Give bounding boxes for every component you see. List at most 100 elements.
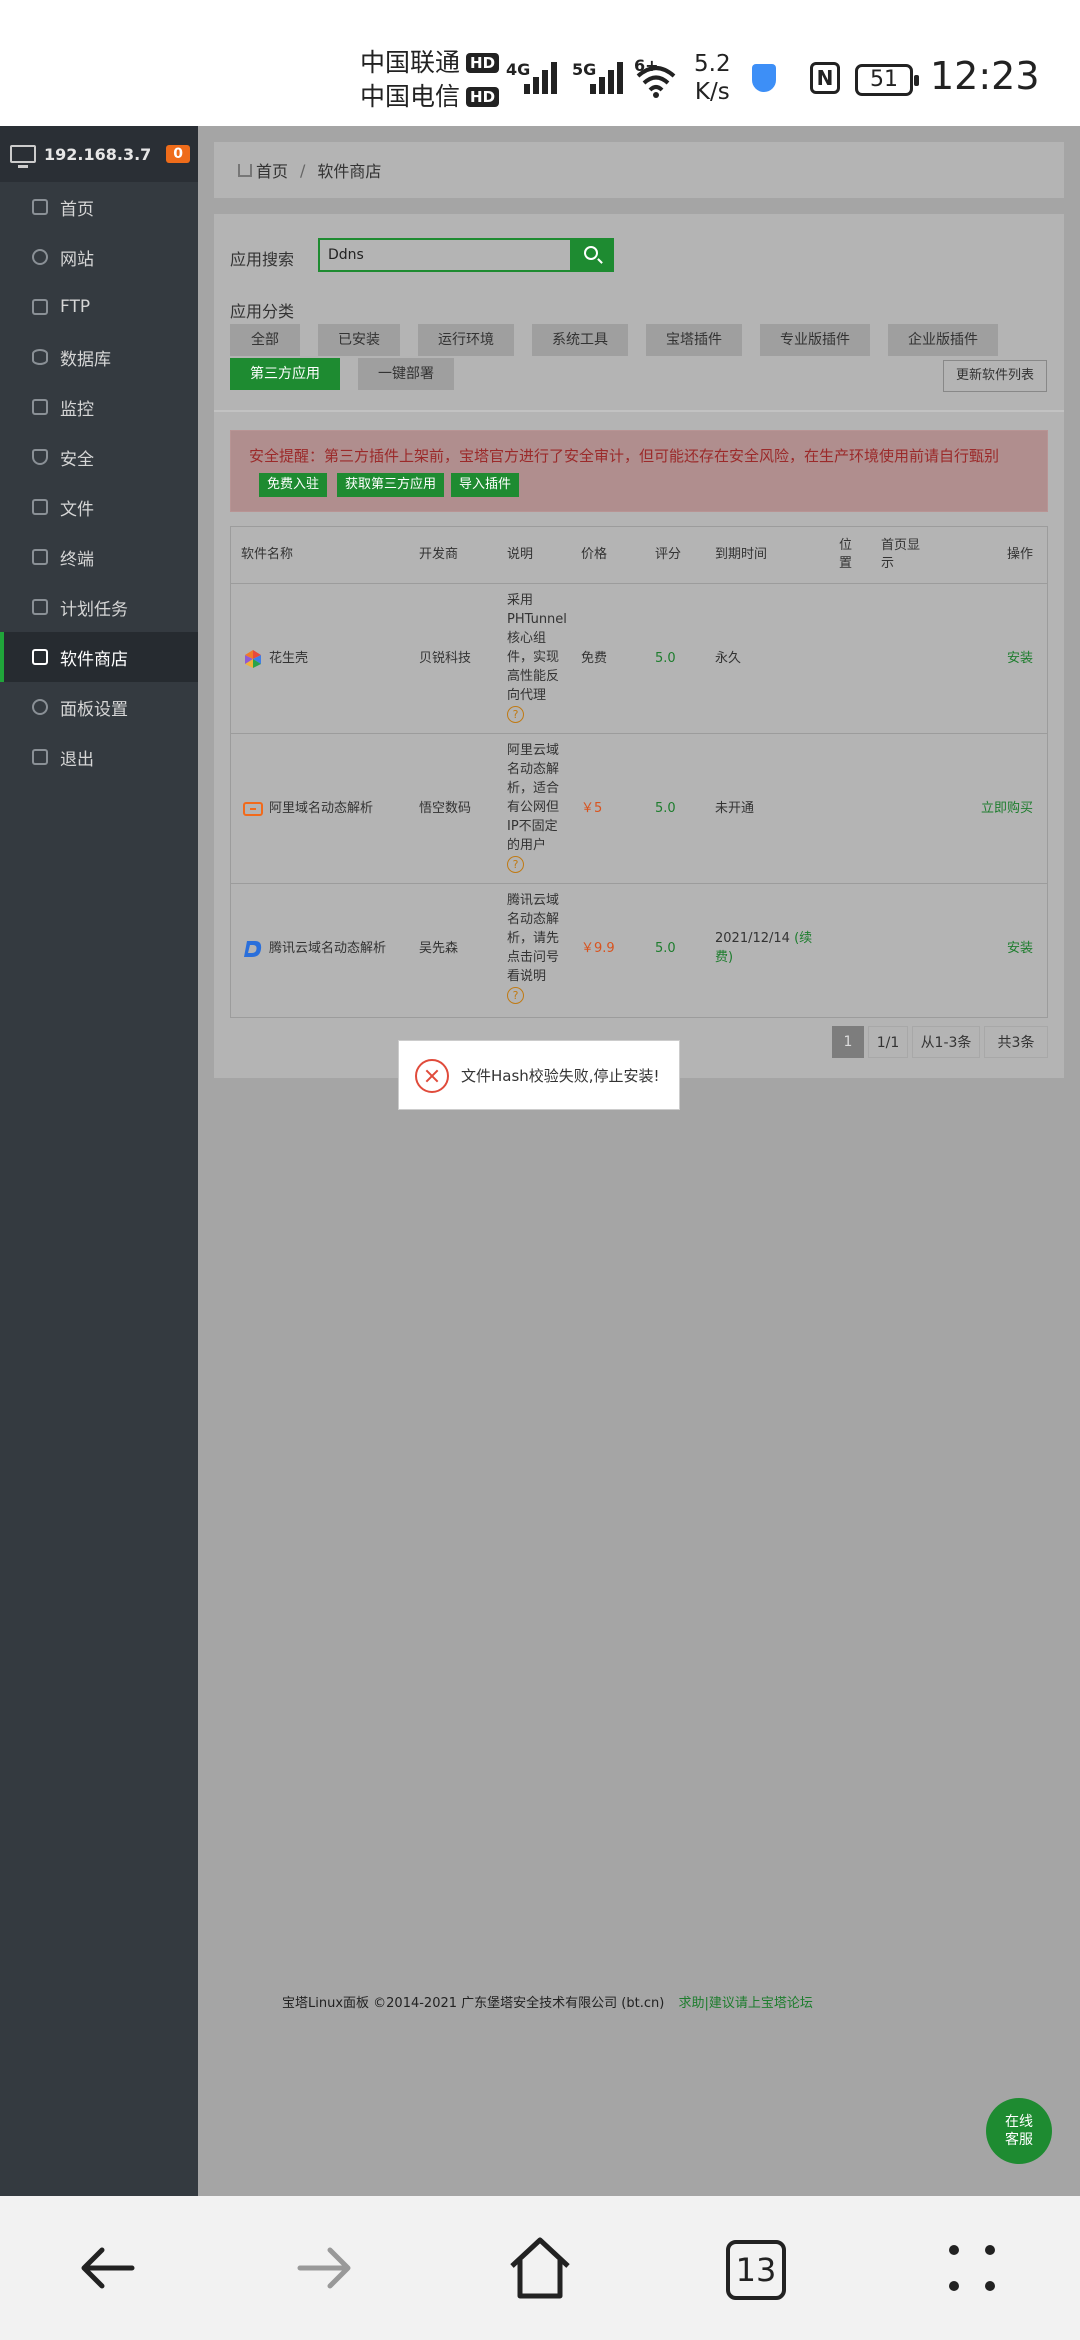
footer-copyright: 宝塔Linux面板 ©2014-2021 广东堡塔安全技术有限公司 (bt.cn… (282, 1996, 665, 2011)
category-installed[interactable]: 已安装 (318, 324, 400, 356)
sidebar-item-label: 面板设置 (60, 699, 128, 720)
database-icon (32, 349, 48, 365)
renew-link[interactable]: (续 (794, 931, 812, 946)
status-bar: 中国联通 HD 中国电信 HD 4G 5G 6+ 5.2 K/s N 51 12:2… (0, 0, 1080, 126)
notification-badge[interactable]: 0 (166, 145, 190, 163)
search-button[interactable] (572, 238, 614, 272)
category-bt-plugins[interactable]: 宝塔插件 (646, 324, 742, 356)
category-runtime[interactable]: 运行环境 (418, 324, 514, 356)
nfc-icon: N (810, 62, 840, 94)
sidebar-item-ftp[interactable]: FTP (0, 282, 198, 332)
page-current[interactable]: 1 (832, 1026, 864, 1058)
error-icon (415, 1059, 449, 1093)
help-icon[interactable]: ? (507, 987, 524, 1004)
sidebar-item-label: FTP (60, 297, 91, 317)
software-vendor: 贝锐科技 (419, 651, 472, 666)
online-support-button[interactable]: 在线 客服 (986, 2098, 1052, 2164)
sidebar-item-monitor[interactable]: 监控 (0, 382, 198, 432)
home-icon[interactable] (504, 2232, 576, 2304)
install-button[interactable]: 安装 (1007, 939, 1033, 958)
column-header-position: 位置 (839, 538, 853, 571)
get-third-party-button[interactable]: 获取第三方应用 (337, 473, 445, 497)
search-input[interactable]: Ddns (318, 238, 572, 272)
install-button[interactable]: 安装 (1007, 649, 1033, 668)
sidebar: 192.168.3.7 0 首页 网站 FTP 数据库 监控 安全 文件 终端 … (0, 126, 198, 2196)
sidebar-item-website[interactable]: 网站 (0, 232, 198, 282)
sidebar-item-logout[interactable]: 退出 (0, 732, 198, 782)
browser-navbar: 13 (0, 2196, 1080, 2340)
globe-icon (32, 249, 48, 265)
category-third-party[interactable]: 第三方应用 (230, 358, 340, 390)
error-toast: 文件Hash校验失败,停止安装! (398, 1040, 680, 1110)
sidebar-item-security[interactable]: 安全 (0, 432, 198, 482)
sidebar-item-label: 网站 (60, 249, 94, 270)
sidebar-item-files[interactable]: 文件 (0, 482, 198, 532)
carrier-2: 中国电信 (360, 82, 461, 111)
software-price: ￥9.9 (581, 941, 615, 956)
carrier-1: 中国联通 (360, 48, 461, 77)
sidebar-item-panel-settings[interactable]: 面板设置 (0, 682, 198, 732)
toast-message: 文件Hash校验失败,停止安装! (461, 1067, 660, 1085)
software-score: 5.0 (655, 941, 676, 956)
folder-icon (32, 499, 48, 515)
column-header-name: 软件名称 (241, 547, 294, 562)
tabs-button[interactable]: 13 (726, 2240, 786, 2300)
sidebar-item-terminal[interactable]: 终端 (0, 532, 198, 582)
import-plugin-button[interactable]: 导入插件 (451, 473, 520, 497)
software-name: 花生壳 (269, 651, 309, 666)
menu-icon[interactable] (936, 2232, 1008, 2304)
sidebar-item-database[interactable]: 数据库 (0, 332, 198, 382)
calendar-icon (32, 599, 48, 615)
buy-now-button[interactable]: 立即购买 (981, 799, 1033, 818)
main-content: 首页 / 软件商店 应用搜索 Ddns 应用分类 全部 已安装 运行环境 系统工… (198, 126, 1080, 2196)
forward-icon[interactable] (288, 2232, 360, 2304)
free-join-button[interactable]: 免费入驻 (259, 473, 328, 497)
column-header-vendor: 开发商 (419, 547, 459, 562)
logout-icon (32, 749, 48, 765)
sidebar-item-label: 安全 (60, 449, 94, 470)
forum-link[interactable]: 求助|建议请上宝塔论坛 (678, 1996, 812, 2011)
apps-icon (32, 649, 48, 665)
security-alert: 安全提醒：第三方插件上架前，宝塔官方进行了安全审计，但可能还存在安全风险，在生产… (230, 430, 1048, 512)
alert-text: 安全提醒：第三方插件上架前，宝塔官方进行了安全审计，但可能还存在安全风险，在生产… (249, 447, 1000, 465)
breadcrumb-separator: / (300, 160, 306, 180)
category-one-click-deploy[interactable]: 一键部署 (358, 358, 454, 390)
help-icon[interactable]: ? (507, 856, 524, 873)
software-store-panel: 应用搜索 Ddns 应用分类 全部 已安装 运行环境 系统工具 宝塔插件 专业版… (214, 214, 1064, 1078)
signal-icon (590, 60, 634, 94)
breadcrumb-home[interactable]: 首页 (256, 158, 288, 182)
sidebar-item-label: 监控 (60, 399, 94, 420)
sidebar-item-home[interactable]: 首页 (0, 182, 198, 232)
category-system-tools[interactable]: 系统工具 (532, 324, 628, 356)
column-header-desc: 说明 (507, 547, 534, 562)
category-pro-plugins[interactable]: 专业版插件 (760, 324, 870, 356)
server-header[interactable]: 192.168.3.7 0 (0, 126, 198, 182)
sidebar-item-label: 软件商店 (60, 649, 128, 670)
hd-badge: HD (466, 87, 500, 107)
monitor-icon (10, 145, 36, 168)
terminal-icon (32, 549, 48, 565)
category-enterprise-plugins[interactable]: 企业版插件 (888, 324, 998, 356)
renew-link[interactable]: 费) (715, 948, 812, 967)
category-all[interactable]: 全部 (230, 324, 300, 356)
update-software-list-button[interactable]: 更新软件列表 (943, 360, 1047, 392)
shield-icon (752, 64, 776, 92)
carrier-info: 中国联通 HD 中国电信 HD (360, 46, 500, 114)
column-header-action: 操作 (1007, 547, 1034, 562)
battery-icon: 51 (855, 64, 919, 96)
page-range: 从1-3条 (912, 1026, 980, 1058)
help-icon[interactable]: ? (507, 706, 524, 723)
software-vendor: 悟空数码 (419, 801, 472, 816)
breadcrumb-current: 软件商店 (317, 162, 382, 181)
software-table: 软件名称 开发商 说明 价格 评分 到期时间 位置 首页显示 操作 花生壳 贝锐… (230, 526, 1048, 1018)
sidebar-item-software-store[interactable]: 软件商店 (0, 632, 198, 682)
sidebar-item-crontab[interactable]: 计划任务 (0, 582, 198, 632)
back-icon[interactable] (72, 2232, 144, 2304)
home-icon (238, 163, 252, 177)
breadcrumb: 首页 / 软件商店 (214, 142, 1064, 198)
ftp-icon (32, 299, 48, 315)
software-expire: 2021/12/14 (续 费) (715, 931, 813, 967)
software-score: 5.0 (655, 801, 676, 816)
software-score: 5.0 (655, 651, 676, 666)
column-header-score: 评分 (655, 547, 682, 562)
